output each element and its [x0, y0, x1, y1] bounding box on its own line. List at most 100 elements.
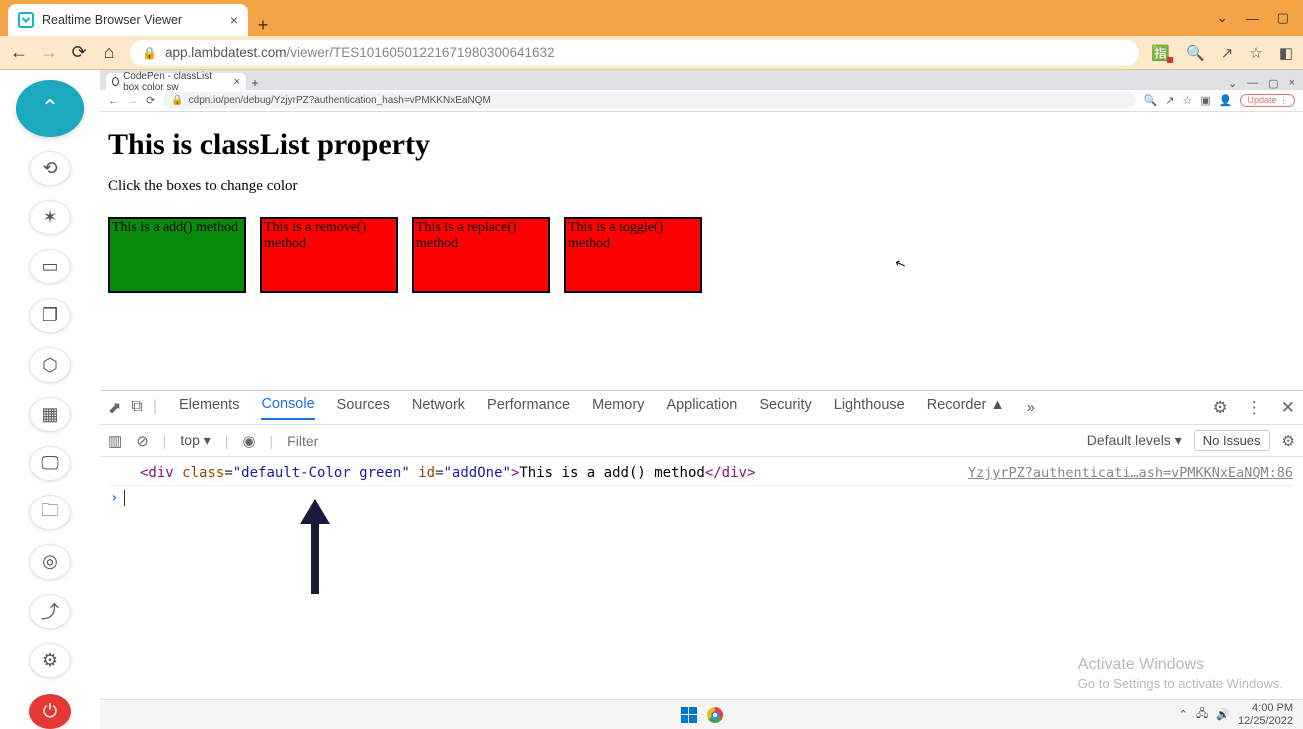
inner-new-tab-button[interactable]: +: [246, 76, 264, 90]
search-icon[interactable]: 🔍: [1186, 44, 1205, 62]
outer-window-controls: ⌄ — ▢: [1217, 0, 1303, 36]
page-subtext: Click the boxes to change color: [108, 178, 1295, 195]
collapse-rail-button[interactable]: ⌃: [16, 80, 84, 137]
inner-maximize-icon[interactable]: ▢: [1268, 77, 1278, 90]
console-prompt[interactable]: ›: [110, 486, 1293, 510]
inner-share-icon[interactable]: ↗: [1165, 94, 1174, 107]
bookmark-icon[interactable]: ☆: [1249, 44, 1262, 62]
bug-icon[interactable]: ✶: [29, 200, 71, 235]
device-toggle-icon[interactable]: ⧉: [131, 398, 142, 418]
side-panel-icon[interactable]: ◧: [1279, 44, 1293, 62]
tray-volume-icon[interactable]: 🔊: [1216, 708, 1230, 721]
inner-tab-title: CodePen - classList box color sw: [123, 71, 230, 93]
upload-icon[interactable]: ⤴: [29, 594, 71, 629]
copy-icon[interactable]: ❐: [29, 298, 71, 333]
inner-url-bar[interactable]: 🔒 cdpn.io/pen/debug/YzjyrPZ?authenticati…: [163, 92, 1135, 109]
share-icon[interactable]: ↗: [1221, 44, 1234, 62]
inner-update-button[interactable]: Update ⋮: [1240, 94, 1295, 107]
issues-button[interactable]: No Issues: [1194, 430, 1270, 451]
lock-icon: 🔒: [142, 46, 157, 60]
tab-memory[interactable]: Memory: [592, 397, 644, 419]
stop-session-button[interactable]: ⏻: [29, 694, 71, 729]
console-filter-bar: ▥ ⊘ | top ▾ | ◉ | Default levels ▾ No Is…: [100, 425, 1303, 457]
inner-url-text: cdpn.io/pen/debug/YzjyrPZ?authentication…: [189, 95, 491, 106]
tab-elements[interactable]: Elements: [179, 397, 239, 419]
back-button[interactable]: ←: [10, 42, 28, 63]
devtools-close-icon[interactable]: ✕: [1281, 398, 1295, 418]
inner-bookmark-icon[interactable]: ☆: [1182, 94, 1192, 107]
page-body: This is classList property Click the box…: [100, 112, 1303, 386]
maximize-icon[interactable]: ▢: [1277, 10, 1289, 26]
new-tab-button[interactable]: +: [248, 15, 278, 36]
lambdatest-left-rail: ⌃ ⟲ ✶ ▭ ❐ ⬡ ▦ 🖵 🗀 ◎ ⤴ ⚙ ⏻: [0, 70, 100, 729]
reload-button[interactable]: ⟳: [70, 42, 88, 63]
chrome-taskbar-icon[interactable]: [707, 707, 723, 723]
chevron-down-icon[interactable]: ⌄: [1217, 10, 1228, 26]
folder-icon[interactable]: 🗀: [29, 495, 71, 530]
inner-close-tab-icon[interactable]: ×: [234, 76, 240, 88]
translate-icon[interactable]: 🈯: [1151, 44, 1170, 62]
box-remove[interactable]: This is a remove() method: [260, 217, 398, 293]
outer-browser-tab[interactable]: Realtime Browser Viewer ×: [8, 4, 248, 36]
context-selector[interactable]: top ▾: [180, 432, 210, 449]
tab-lighthouse[interactable]: Lighthouse: [834, 397, 905, 419]
close-tab-icon[interactable]: ×: [230, 12, 238, 28]
inner-profile-icon[interactable]: 👤: [1219, 94, 1233, 107]
settings-icon[interactable]: ⚙: [29, 643, 71, 678]
console-log-source-link[interactable]: YzjyrPZ?authenticati…ash=vPMKKNxEaNQM:86: [968, 465, 1293, 481]
tray-network-icon[interactable]: 🖧: [1196, 705, 1208, 724]
console-filter-input[interactable]: [287, 433, 1073, 449]
minimize-icon[interactable]: —: [1246, 11, 1259, 26]
devtools-tabs: ⬈ ⧉ | Elements Console Sources Network P…: [100, 391, 1303, 425]
home-button[interactable]: ⌂: [100, 42, 118, 63]
forward-button[interactable]: →: [40, 42, 58, 63]
console-log-message: <div class="default-Color green" id="add…: [110, 465, 755, 481]
tab-console[interactable]: Console: [261, 396, 314, 420]
box-replace[interactable]: This is a replace() method: [412, 217, 550, 293]
console-clear-icon[interactable]: ⊘: [136, 432, 149, 450]
system-tray: ⌃ 🖧 🔊 4:00 PM 12/25/2022: [1179, 702, 1293, 726]
inner-browser-tab[interactable]: CodePen - classList box color sw ×: [106, 73, 246, 90]
inspect-element-icon[interactable]: ⬈: [108, 398, 121, 418]
inner-chevron-down-icon[interactable]: ⌄: [1228, 77, 1237, 90]
monitor-icon[interactable]: 🖵: [29, 446, 71, 481]
live-expression-icon[interactable]: ◉: [242, 432, 255, 450]
url-path: /viewer/TES101605012216719803006416​32: [287, 45, 555, 60]
box-add[interactable]: This is a add() method: [108, 217, 246, 293]
tab-security[interactable]: Security: [759, 397, 811, 419]
inner-back-button[interactable]: ←: [108, 95, 119, 107]
inner-tab-strip: CodePen - classList box color sw × + ⌄ —…: [100, 70, 1303, 90]
tray-chevron-icon[interactable]: ⌃: [1179, 708, 1188, 721]
box-toggle[interactable]: This is a toggle() method: [564, 217, 702, 293]
tab-application[interactable]: Application: [666, 397, 737, 419]
inner-window-controls: ⌄ — ▢ ×: [1228, 77, 1303, 90]
tab-sources[interactable]: Sources: [337, 397, 390, 419]
inner-extension-icon[interactable]: ▣: [1200, 94, 1210, 107]
outer-toolbar-right: 🈯 🔍 ↗ ☆ ◧: [1151, 44, 1293, 62]
tab-network[interactable]: Network: [412, 397, 465, 419]
project-icon[interactable]: ▦: [29, 397, 71, 432]
console-settings-icon[interactable]: ⚙: [1282, 432, 1295, 450]
taskbar-clock[interactable]: 4:00 PM 12/25/2022: [1238, 702, 1293, 726]
tabs-overflow-icon[interactable]: »: [1027, 400, 1035, 416]
log-levels-selector[interactable]: Default levels ▾: [1087, 432, 1182, 449]
inner-reload-button[interactable]: ⟳: [146, 94, 155, 107]
codepen-favicon: [112, 77, 119, 86]
devtools-menu-icon[interactable]: ⋮: [1246, 398, 1263, 418]
switch-icon[interactable]: ⟲: [29, 151, 71, 186]
tab-recorder[interactable]: Recorder ▲: [927, 397, 1005, 419]
url-domain: app.lambdatest.com: [165, 45, 287, 60]
tab-performance[interactable]: Performance: [487, 397, 570, 419]
inner-close-icon[interactable]: ×: [1289, 77, 1295, 90]
location-icon[interactable]: ◎: [29, 544, 71, 579]
devtools-panel: ⬈ ⧉ | Elements Console Sources Network P…: [100, 390, 1303, 699]
inner-minimize-icon[interactable]: —: [1247, 77, 1258, 90]
outer-url-bar[interactable]: 🔒 app.lambdatest.com/viewer/TES101605012…: [130, 40, 1139, 66]
devtools-settings-icon[interactable]: ⚙: [1213, 398, 1228, 418]
inner-zoom-icon[interactable]: 🔍: [1144, 94, 1158, 107]
console-sidebar-toggle-icon[interactable]: ▥: [108, 432, 122, 450]
cube-icon[interactable]: ⬡: [29, 347, 71, 382]
start-button[interactable]: [681, 707, 697, 723]
inner-forward-button[interactable]: →: [127, 95, 138, 107]
video-icon[interactable]: ▭: [29, 249, 71, 284]
